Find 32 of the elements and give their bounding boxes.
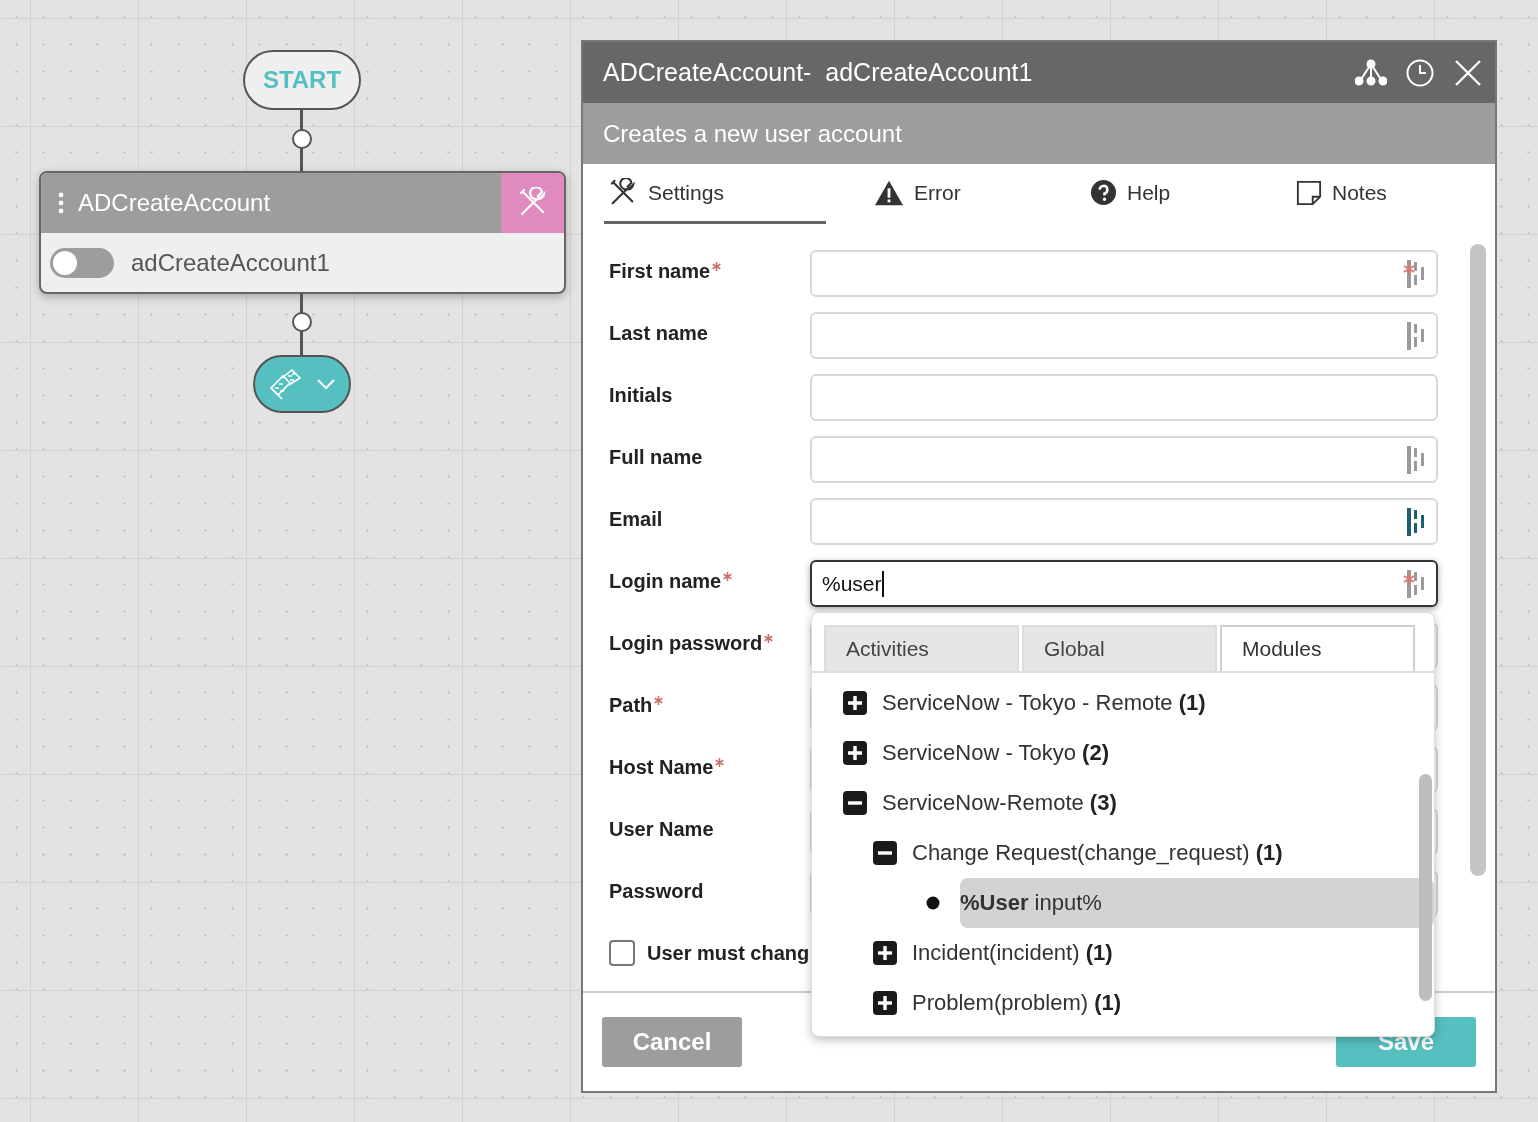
tree-item[interactable]: Problem(problem) (1) xyxy=(912,990,1122,1016)
field-label: Initials xyxy=(609,384,673,407)
dialog-tab[interactable]: Help xyxy=(1048,164,1270,224)
field-label: Password xyxy=(609,880,704,903)
dialog-tab[interactable]: Settings xyxy=(604,164,826,224)
picker-tab[interactable]: Modules xyxy=(1220,625,1415,671)
tree-item[interactable]: ServiceNow-Remote (3) xyxy=(882,790,1117,816)
picker-tab[interactable]: Global xyxy=(1022,625,1217,671)
node-name: adCreateAccount1 xyxy=(131,248,330,277)
tree-item[interactable]: Change Request(change_request) (1) xyxy=(912,840,1283,866)
tree-item[interactable]: ServiceNow - Tokyo - Remote (1) xyxy=(882,690,1206,716)
checkbox-label: User must chang xyxy=(647,941,810,965)
tree-item[interactable]: %User input% xyxy=(960,878,1434,928)
field-label: Email xyxy=(609,508,663,531)
dialog-tab[interactable]: Error xyxy=(826,164,1048,224)
node-title: ADCreateAccount xyxy=(78,189,272,217)
text-field[interactable]: %user xyxy=(810,560,1438,607)
field-label: Login name xyxy=(609,570,722,593)
field-label: Path xyxy=(609,694,653,717)
dialog-title: ADCreateAccount- adCreateAccount1 xyxy=(603,58,1034,87)
field-label: User Name xyxy=(609,818,714,841)
field-label: Login password xyxy=(609,632,763,655)
activity-node[interactable]: ADCreateAccount adCreateAccount1 xyxy=(39,171,566,294)
field-label: Host Name xyxy=(609,756,714,779)
field-label: Full name xyxy=(609,446,703,469)
dialog-subtitle: Creates a new user account xyxy=(603,119,902,148)
tree-item[interactable]: Incident(incident) (1) xyxy=(912,940,1113,966)
picker-tab[interactable]: Activities xyxy=(824,625,1019,671)
dialog-tab[interactable]: Notes xyxy=(1270,164,1470,224)
field-label: First name xyxy=(609,260,711,283)
tree-item[interactable]: ServiceNow - Tokyo (2) xyxy=(882,740,1109,766)
field-label: Last name xyxy=(609,322,708,345)
